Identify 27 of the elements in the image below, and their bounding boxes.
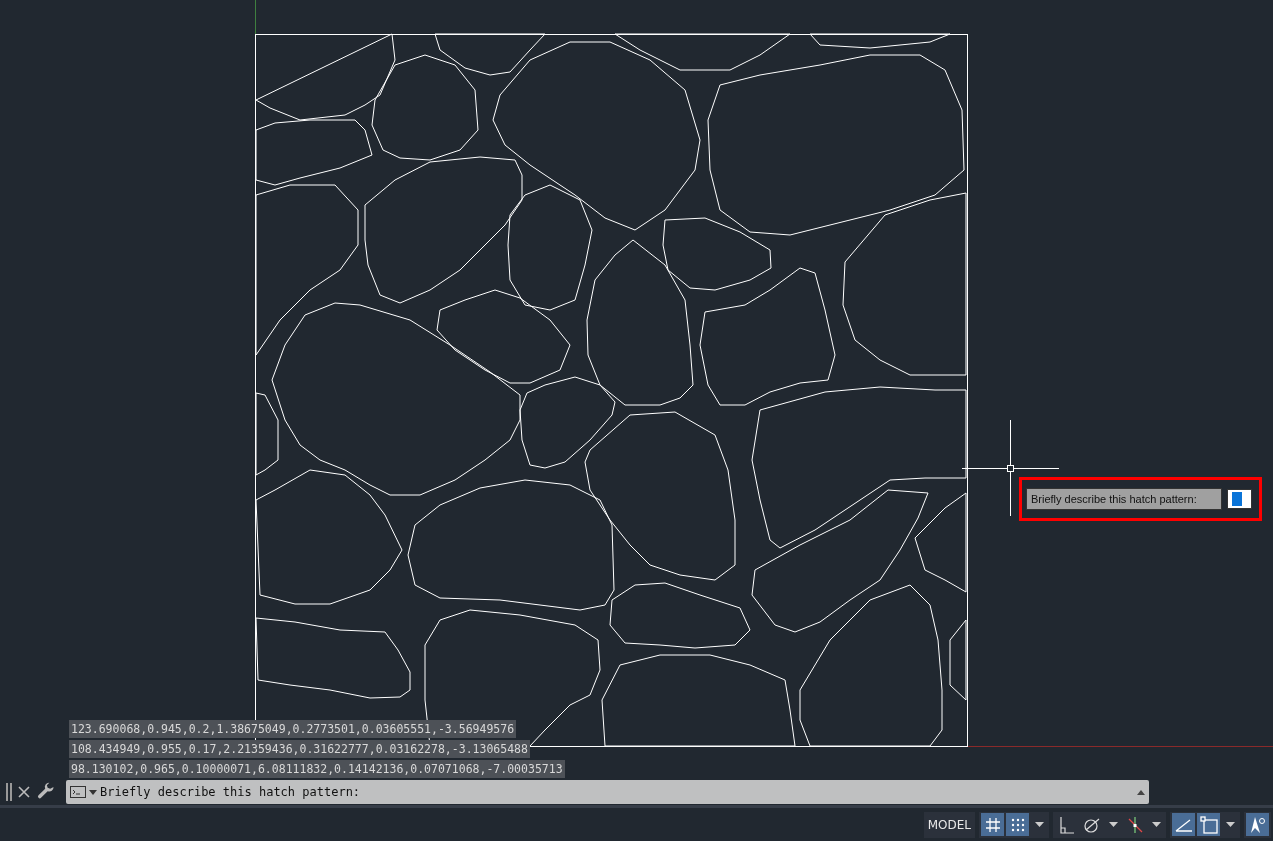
grid-icon [984,816,1001,833]
status-toggle-button[interactable] [1006,813,1029,836]
caret-icon[interactable] [89,789,97,795]
close-icon[interactable] [16,784,32,800]
right-angle-icon [1058,815,1075,834]
expand-up-icon[interactable] [1137,789,1145,795]
status-toggle-button[interactable] [1172,813,1195,836]
caret-icon [1225,822,1235,827]
crossed-lines-icon [1126,815,1143,834]
caret-icon [1034,822,1044,827]
selection-rectangle-icon [1199,815,1218,834]
model-space-tab[interactable]: MODEL [923,811,975,838]
grip-icon[interactable] [6,783,12,801]
dot-grid-icon [1009,816,1026,833]
command-prompt: Briefly describe this hatch pattern: [100,784,362,801]
input-field[interactable] [1227,489,1252,509]
y-axis-line [255,0,256,35]
status-toggle-button[interactable] [1246,813,1269,836]
crosshair-cursor-icon [961,419,1060,517]
command-line-field[interactable]: Briefly describe this hatch pattern: [66,780,1149,804]
status-toggle-button[interactable] [981,813,1004,836]
terminal-icon [70,786,86,798]
dynamic-input-prompt: Briefly describe this hatch pattern: [1026,488,1222,510]
annotation-scale-icon [1248,815,1267,834]
caret-icon [1108,822,1118,827]
status-toggle-button[interactable] [1197,813,1220,836]
caret-icon [1151,822,1161,827]
